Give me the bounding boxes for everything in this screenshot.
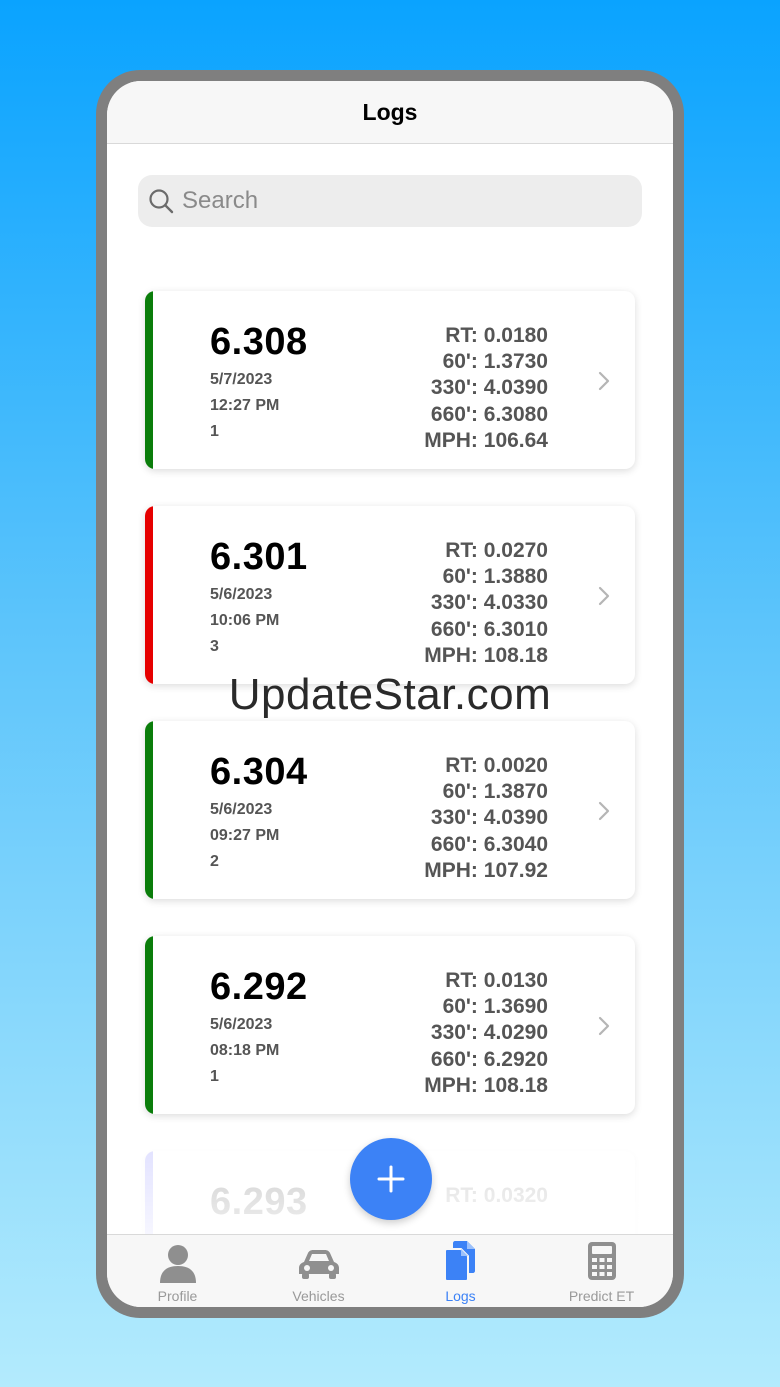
- log-time: 12:27 PM: [210, 397, 280, 414]
- log-card[interactable]: 6.304 5/6/2023 09:27 PM 2 RT: 0.0020 60'…: [145, 721, 635, 899]
- elapsed-time: 6.304: [210, 751, 308, 793]
- split-660ft: 660': 6.3080: [430, 402, 548, 426]
- split-times: RT: 0.0130 60': 1.3690 330': 4.0290 660'…: [424, 968, 548, 1099]
- log-date: 5/6/2023: [210, 586, 273, 603]
- elapsed-time: 6.308: [210, 321, 308, 363]
- log-time: 10:06 PM: [210, 612, 280, 629]
- log-date: 5/6/2023: [210, 1016, 273, 1033]
- calculator-icon: [587, 1242, 616, 1280]
- log-card[interactable]: 6.301 5/6/2023 10:06 PM 3 RT: 0.0270 60'…: [145, 506, 635, 684]
- split-660ft: 660': 6.2920: [430, 1047, 548, 1071]
- trap-speed: MPH: 108.18: [424, 643, 548, 667]
- tab-label: Vehicles: [292, 1288, 345, 1304]
- split-330ft: 330': 4.0390: [430, 376, 548, 400]
- chevron-right-icon: [598, 801, 610, 821]
- split-330ft: 330': 4.0290: [430, 1021, 548, 1045]
- split-times: RT: 0.0180 60': 1.3730 330': 4.0390 660'…: [424, 323, 548, 454]
- elapsed-time: 6.292: [210, 966, 308, 1008]
- elapsed-time: 6.301: [210, 536, 308, 578]
- reaction-time: RT: 0.0320: [445, 1184, 548, 1207]
- tab-label: Predict ET: [568, 1288, 635, 1304]
- log-card[interactable]: 6.292 5/6/2023 08:18 PM 1 RT: 0.0130 60'…: [145, 936, 635, 1114]
- tab-logs[interactable]: Logs: [390, 1235, 531, 1307]
- watermark-text: UpdateStar.com: [228, 670, 552, 719]
- documents-icon: [443, 1241, 475, 1282]
- reaction-time: RT: 0.0180: [445, 324, 548, 347]
- log-lane: 1: [210, 1068, 219, 1085]
- log-lane: 1: [210, 423, 219, 440]
- chevron-right-icon: [598, 371, 610, 391]
- log-date: 5/7/2023: [210, 371, 273, 388]
- chevron-right-icon: [598, 586, 610, 606]
- trap-speed: MPH: 108.18: [424, 1073, 548, 1097]
- reaction-time: RT: 0.0270: [445, 539, 548, 562]
- split-330ft: 330': 4.0330: [430, 591, 548, 615]
- split-660ft: 660': 6.3010: [430, 617, 548, 641]
- elapsed-time: 6.293: [210, 1181, 308, 1223]
- tab-predict-et[interactable]: Predict ET: [531, 1235, 672, 1307]
- car-icon: [298, 1250, 339, 1279]
- split-times: RT: 0.0020 60': 1.3870 330': 4.0390 660'…: [424, 753, 548, 884]
- split-times: RT: 0.0270 60': 1.3880 330': 4.0330 660'…: [424, 538, 548, 669]
- trap-speed: MPH: 106.64: [424, 428, 548, 452]
- add-log-button[interactable]: [350, 1138, 432, 1220]
- person-icon: [159, 1245, 196, 1283]
- log-date: 5/6/2023: [210, 801, 273, 818]
- log-time: 08:18 PM: [210, 1042, 280, 1059]
- log-card[interactable]: 6.308 5/7/2023 12:27 PM 1 RT: 0.0180 60'…: [145, 291, 635, 469]
- chevron-right-icon: [598, 1016, 610, 1036]
- split-660ft: 660': 6.3040: [430, 832, 548, 856]
- reaction-time: RT: 0.0020: [445, 754, 548, 777]
- trap-speed: MPH: 107.92: [424, 858, 548, 882]
- tab-label: Profile: [157, 1288, 198, 1304]
- result-indicator-bar: [145, 506, 153, 684]
- log-lane: 2: [210, 853, 219, 870]
- log-lane: 3: [210, 638, 219, 655]
- result-indicator-bar: [145, 936, 153, 1114]
- reaction-time: RT: 0.0130: [445, 969, 548, 992]
- split-60ft: 60': 1.3690: [442, 995, 548, 1019]
- split-60ft: 60': 1.3730: [442, 350, 548, 374]
- result-indicator-bar: [145, 291, 153, 469]
- tab-bar: Profile Vehicles Logs Predict ET: [107, 1234, 673, 1307]
- result-indicator-bar: [145, 721, 153, 899]
- split-times: RT: 0.0320: [445, 1183, 548, 1209]
- split-60ft: 60': 1.3880: [442, 565, 548, 589]
- split-330ft: 330': 4.0390: [430, 806, 548, 830]
- plus-icon: [377, 1165, 405, 1193]
- tab-label: Logs: [445, 1288, 476, 1304]
- log-time: 09:27 PM: [210, 827, 280, 844]
- tab-profile[interactable]: Profile: [107, 1235, 248, 1307]
- split-60ft: 60': 1.3870: [442, 780, 548, 804]
- tab-vehicles[interactable]: Vehicles: [248, 1235, 389, 1307]
